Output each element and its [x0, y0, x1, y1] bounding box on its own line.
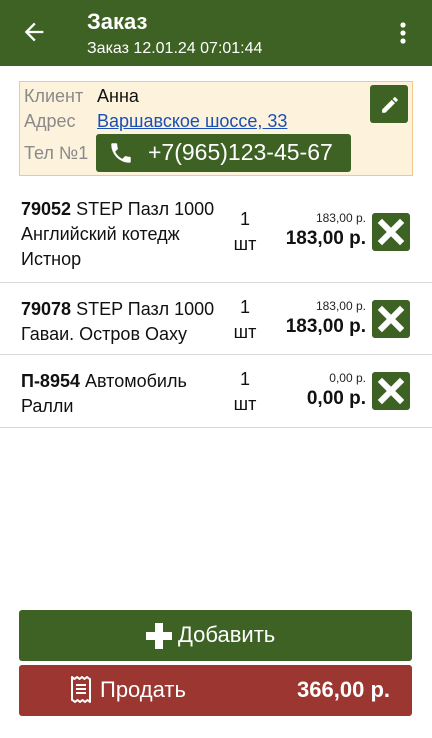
item-title: 79078 STEP Пазл 1000 Гаваи. Остров Оаху — [21, 297, 231, 347]
item-quantity: 1 шт — [225, 207, 265, 257]
client-card: Клиент Анна Адрес Варшавское шоссе, 33 Т… — [19, 81, 413, 176]
item-unit: шт — [233, 234, 257, 254]
order-item-row[interactable]: 79052 STEP Пазл 1000 Английский котедж И… — [0, 183, 432, 283]
item-unit: шт — [233, 394, 257, 414]
delete-item-button[interactable] — [372, 372, 410, 410]
phone-label: Тел №1 — [24, 143, 89, 163]
item-sum: 183,00 р. — [285, 228, 366, 249]
pencil-icon — [382, 97, 398, 113]
close-icon — [377, 218, 405, 246]
order-item-row[interactable]: 79078 STEP Пазл 1000 Гаваи. Остров Оаху … — [0, 283, 432, 355]
more-vert-icon[interactable] — [392, 18, 414, 48]
client-label: Клиент — [24, 86, 84, 106]
item-qty-value: 1 — [239, 369, 250, 389]
close-icon — [377, 305, 405, 333]
page-subtitle: Заказ 12.01.24 07:01:44 — [87, 40, 263, 57]
item-quantity: 1 шт — [225, 295, 265, 345]
arrow-back-icon[interactable] — [20, 18, 48, 46]
item-sum: 183,00 р. — [285, 316, 366, 337]
item-price: 183,00 р. — [315, 211, 366, 225]
add-item-button[interactable]: Добавить — [19, 610, 412, 661]
item-title: П-8954 Автомобиль Ралли — [21, 369, 231, 419]
delete-item-button[interactable] — [372, 213, 410, 251]
item-sum: 0,00 р. — [306, 388, 366, 409]
address-link[interactable]: Варшавское шоссе, 33 — [97, 111, 287, 132]
item-qty-value: 1 — [239, 297, 250, 317]
call-phone-button[interactable]: +7(965)123-45-67 — [96, 134, 351, 172]
item-price: 0,00 р. — [329, 371, 366, 385]
phone-number: +7(965)123-45-67 — [148, 139, 333, 165]
item-price: 183,00 р. — [315, 299, 366, 313]
plus-icon — [146, 623, 172, 649]
item-code: П-8954 — [21, 371, 80, 391]
item-title: 79052 STEP Пазл 1000 Английский котедж И… — [21, 197, 231, 272]
item-quantity: 1 шт — [225, 367, 265, 417]
item-unit: шт — [233, 322, 257, 342]
app-bar: Заказ Заказ 12.01.24 07:01:44 — [0, 0, 432, 66]
phone-icon — [111, 143, 131, 163]
close-icon — [377, 377, 405, 405]
item-code: 79052 — [21, 199, 72, 219]
page-title: Заказ — [87, 9, 148, 34]
address-label: Адрес — [24, 111, 76, 131]
receipt-icon — [71, 676, 91, 703]
edit-client-button[interactable] — [370, 85, 408, 123]
item-code: 79078 — [21, 299, 72, 319]
client-name: Анна — [97, 86, 139, 106]
order-item-row[interactable]: П-8954 Автомобиль Ралли 1 шт 0,00 р. 0,00… — [0, 355, 432, 428]
delete-item-button[interactable] — [372, 300, 410, 338]
sell-button-label: Продать — [100, 677, 186, 702]
add-button-label: Добавить — [178, 622, 276, 647]
order-total: 366,00 р. — [297, 677, 390, 702]
sell-button[interactable]: Продать 366,00 р. — [19, 665, 412, 716]
item-qty-value: 1 — [239, 209, 250, 229]
